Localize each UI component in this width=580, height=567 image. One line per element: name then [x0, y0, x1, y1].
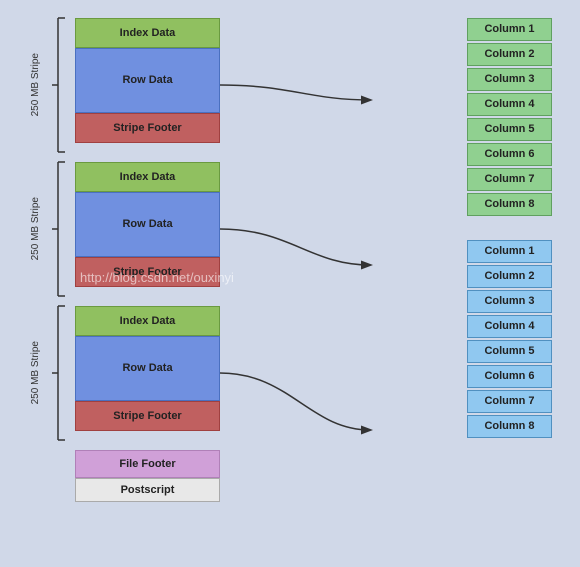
green-col-1: Column 1 — [467, 18, 552, 41]
green-col-5: Column 5 — [467, 118, 552, 141]
file-blocks: File Footer Postscript — [65, 450, 220, 502]
stripe-2-label-container: 250 MB Stripe — [15, 162, 55, 296]
stripe-1-footer: Stripe Footer — [75, 113, 220, 143]
green-col-7: Column 7 — [467, 168, 552, 191]
green-columns: Column 1 Column 2 Column 3 Column 4 Colu… — [467, 18, 552, 218]
green-col-8: Column 8 — [467, 193, 552, 216]
stripe-1-index: Index Data — [75, 18, 220, 48]
blue-col-4: Column 4 — [467, 315, 552, 338]
file-footer-block: File Footer — [75, 450, 220, 478]
diagram-container: 250 MB Stripe Index Data Row Data Stripe… — [0, 0, 580, 567]
blue-col-8: Column 8 — [467, 415, 552, 438]
green-col-4: Column 4 — [467, 93, 552, 116]
green-col-2: Column 2 — [467, 43, 552, 66]
postscript-block: Postscript — [75, 478, 220, 502]
blue-columns: Column 1 Column 2 Column 3 Column 4 Colu… — [467, 240, 552, 440]
stripe-1-label: 250 MB Stripe — [30, 53, 41, 116]
stripe-3-footer: Stripe Footer — [75, 401, 220, 431]
blue-col-6: Column 6 — [467, 365, 552, 388]
stripe-3-index: Index Data — [75, 306, 220, 336]
stripe-1: 250 MB Stripe Index Data Row Data Stripe… — [65, 18, 220, 143]
blue-col-1: Column 1 — [467, 240, 552, 263]
blue-col-3: Column 3 — [467, 290, 552, 313]
stripe-3-label-container: 250 MB Stripe — [15, 306, 55, 440]
stripe-2-row: Row Data — [75, 192, 220, 257]
stripe-2: 250 MB Stripe Index Data Row Data Stripe… — [65, 162, 220, 287]
stripe-3: 250 MB Stripe Index Data Row Data Stripe… — [65, 306, 220, 431]
stripe-2-index: Index Data — [75, 162, 220, 192]
stripe-2-footer: Stripe Footer — [75, 257, 220, 287]
stripe-3-label: 250 MB Stripe — [30, 341, 41, 404]
green-col-3: Column 3 — [467, 68, 552, 91]
stripe-3-row: Row Data — [75, 336, 220, 401]
blue-col-5: Column 5 — [467, 340, 552, 363]
stripe-1-row: Row Data — [75, 48, 220, 113]
green-col-6: Column 6 — [467, 143, 552, 166]
blue-col-2: Column 2 — [467, 265, 552, 288]
stripe-2-label: 250 MB Stripe — [30, 197, 41, 260]
stripe-1-label-container: 250 MB Stripe — [15, 18, 55, 152]
blue-col-7: Column 7 — [467, 390, 552, 413]
